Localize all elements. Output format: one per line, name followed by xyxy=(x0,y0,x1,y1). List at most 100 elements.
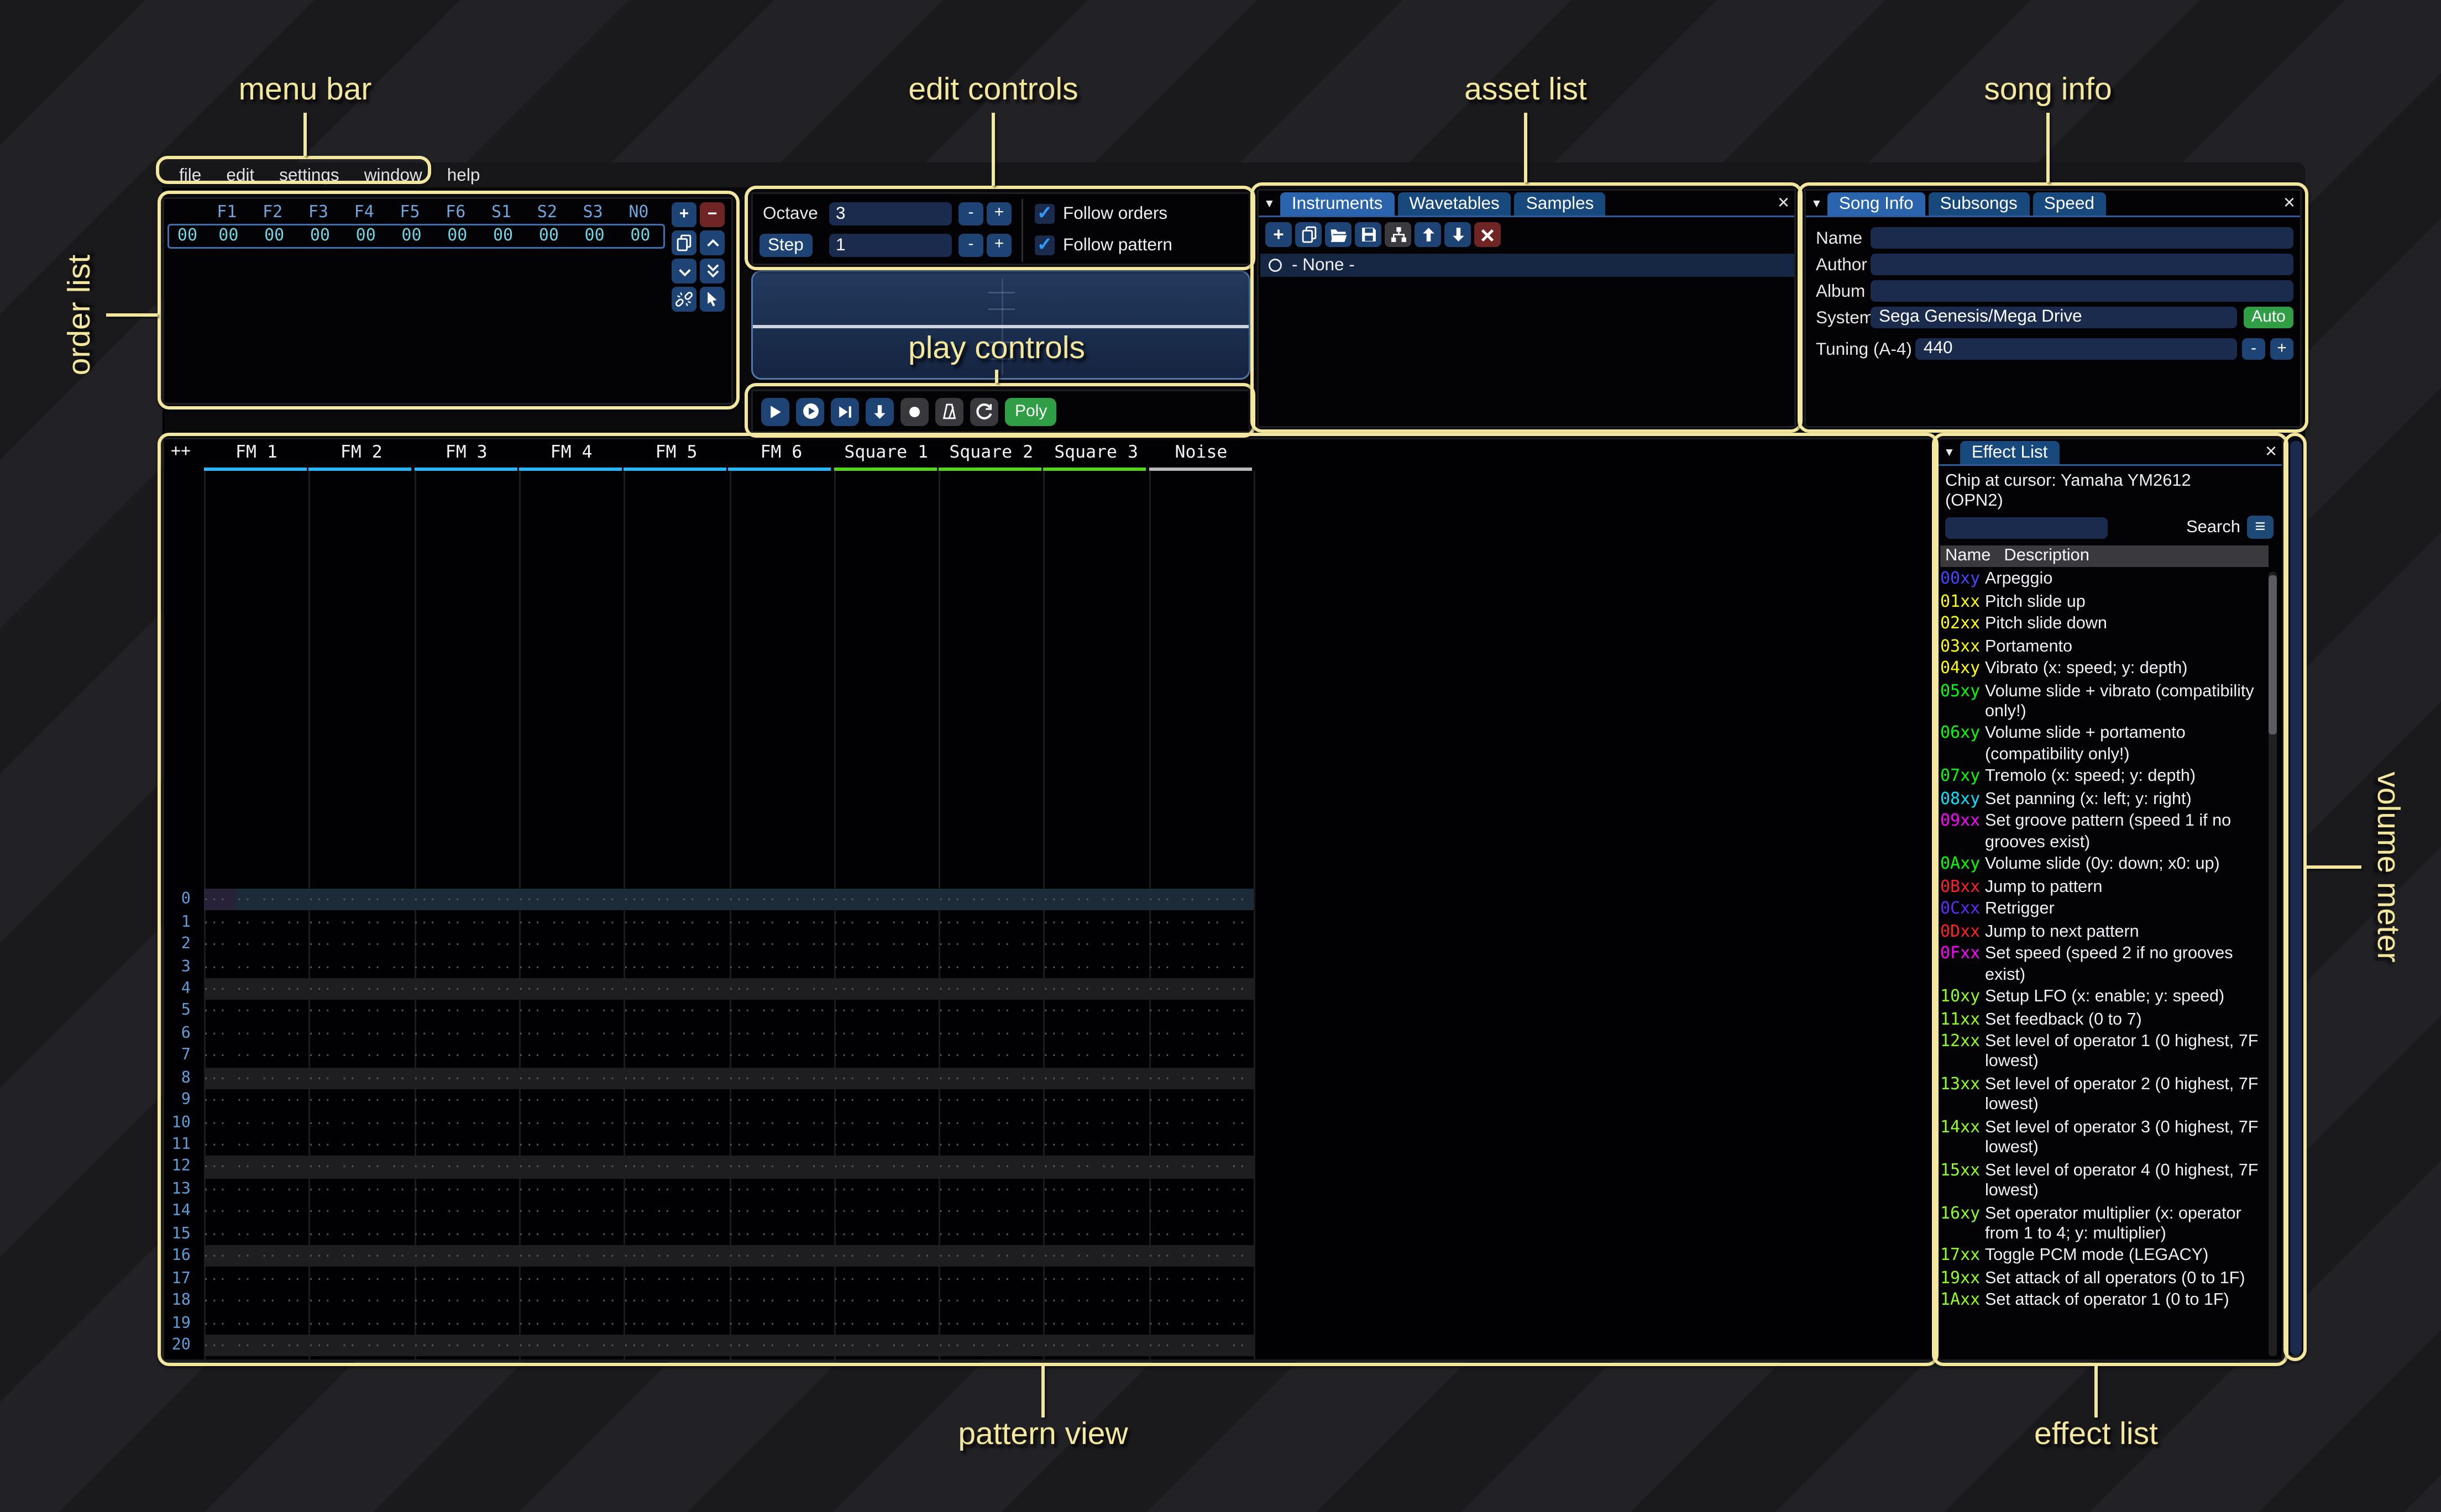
effect-row[interactable]: 0FxxSet speed (speed 2 if no grooves exi… xyxy=(1940,945,2265,986)
pattern-cell[interactable]: ··· ·· ·· ··· xyxy=(1037,1093,1142,1107)
pattern-cell[interactable]: ··· ·· ·· ··· xyxy=(407,959,512,974)
pattern-cell[interactable]: ··· ·· ·· ··· xyxy=(932,1249,1037,1264)
pattern-cell[interactable]: ··· ·· ·· ··· xyxy=(197,1204,302,1219)
effect-row[interactable]: 11xxSet feedback (0 to 7) xyxy=(1940,1011,2265,1032)
pattern-cell[interactable]: ··· ·· ·· ··· xyxy=(407,1159,512,1174)
order-cell[interactable]: 00 xyxy=(617,227,663,245)
pattern-cell[interactable]: ··· ·· ·· ··· xyxy=(722,937,827,952)
order-unlink-button[interactable] xyxy=(672,287,696,312)
pattern-cell[interactable]: ··· ·· ·· ··· xyxy=(1037,893,1142,907)
pattern-cell[interactable]: ··· ·· ·· ··· xyxy=(722,1293,827,1308)
pattern-row[interactable]: 20··· ·· ·· ······ ·· ·· ······ ·· ·· ··… xyxy=(164,1334,1932,1356)
pattern-cell[interactable]: ··· ·· ·· ··· xyxy=(932,1204,1037,1219)
step-plus-button[interactable]: + xyxy=(987,233,1012,256)
pattern-cell[interactable]: ··· ·· ·· ··· xyxy=(932,937,1037,952)
effect-row[interactable]: 00xyArpeggio xyxy=(1940,570,2265,591)
pattern-cell[interactable]: ··· ·· ·· ··· xyxy=(407,1271,512,1286)
pattern-row[interactable]: 14··· ·· ·· ······ ·· ·· ······ ·· ·· ··… xyxy=(164,1200,1932,1222)
pattern-cell[interactable]: ··· ·· ·· ··· xyxy=(197,1249,302,1264)
play-pattern-button[interactable] xyxy=(796,397,824,426)
pattern-cell[interactable]: ··· ·· ·· ··· xyxy=(197,1070,302,1085)
pattern-cell[interactable]: ··· ·· ·· ··· xyxy=(617,1026,722,1041)
pattern-row[interactable]: 15··· ·· ·· ······ ·· ·· ······ ·· ·· ··… xyxy=(164,1223,1932,1245)
pattern-cell[interactable]: ··· ·· ·· ··· xyxy=(932,1048,1037,1063)
pattern-cell[interactable]: ··· ·· ·· ··· xyxy=(512,1026,617,1041)
pattern-cell[interactable]: ··· ·· ·· ··· xyxy=(1142,1338,1247,1353)
tab-song-info[interactable]: Song Info xyxy=(1827,192,1925,216)
pattern-cell[interactable]: ··· ·· ·· ··· xyxy=(932,1026,1037,1041)
pattern-cell[interactable]: ··· ·· ·· ··· xyxy=(407,1026,512,1041)
pattern-row[interactable]: 4··· ·· ·· ······ ·· ·· ······ ·· ·· ···… xyxy=(164,978,1932,1000)
pattern-cell[interactable]: ··· ·· ·· ··· xyxy=(932,1070,1037,1085)
pattern-cell[interactable]: ··· ·· ·· ··· xyxy=(302,981,407,996)
order-cell[interactable]: 00 xyxy=(297,227,343,245)
pattern-cell[interactable]: ··· ·· ·· ··· xyxy=(1142,1048,1247,1063)
pattern-cell[interactable]: ··· ·· ·· ··· xyxy=(302,1182,407,1197)
pattern-cell[interactable]: ··· ·· ·· ··· xyxy=(932,1159,1037,1174)
menu-item-settings[interactable]: settings xyxy=(279,165,339,185)
pattern-cell[interactable]: ··· ·· ·· ··· xyxy=(197,1338,302,1353)
pattern-cell[interactable]: ··· ·· ·· ··· xyxy=(722,1226,827,1241)
pattern-cell[interactable]: ··· ·· ·· ··· xyxy=(512,981,617,996)
pattern-cell[interactable]: ··· ·· ·· ··· xyxy=(407,1293,512,1308)
pattern-cell[interactable]: ··· ·· ·· ··· xyxy=(1142,1137,1247,1152)
pattern-cell[interactable]: ··· ·· ·· ··· xyxy=(302,1159,407,1174)
pattern-cell[interactable]: ··· ·· ·· ··· xyxy=(722,981,827,996)
octave-plus-button[interactable]: + xyxy=(987,202,1012,225)
pattern-cell[interactable]: ··· ·· ·· ··· xyxy=(1037,1070,1142,1085)
pattern-cell[interactable]: ··· ·· ·· ··· xyxy=(407,1004,512,1019)
pattern-cell[interactable]: ··· ·· ·· ··· xyxy=(1142,1004,1247,1019)
pattern-cell[interactable]: ··· ·· ·· ··· xyxy=(827,1271,932,1286)
pattern-cell[interactable]: ··· ·· ·· ··· xyxy=(617,1115,722,1130)
channel-header-fm-5[interactable]: FM 5 xyxy=(624,443,729,471)
pattern-cell[interactable]: ··· ·· ·· ··· xyxy=(1037,1182,1142,1197)
pattern-cell[interactable]: ··· ·· ·· ··· xyxy=(932,893,1037,907)
instrument-list-item-none[interactable]: - None - xyxy=(1260,254,1794,277)
order-channel-header[interactable]: N0 xyxy=(616,204,662,222)
effect-row[interactable]: 17xxToggle PCM mode (LEGACY) xyxy=(1940,1247,2265,1268)
pattern-cell[interactable]: ··· ·· ·· ··· xyxy=(617,1271,722,1286)
pattern-cell[interactable]: ··· ·· ·· ··· xyxy=(302,1004,407,1019)
pattern-cell[interactable]: ··· ·· ·· ··· xyxy=(197,915,302,930)
order-selected-row[interactable]: 0000000000000000000000 xyxy=(167,224,665,249)
pattern-cell[interactable]: ··· ·· ·· ··· xyxy=(1037,1115,1142,1130)
tab-instruments[interactable]: Instruments xyxy=(1280,192,1395,216)
tab-subsongs[interactable]: Subsongs xyxy=(1929,192,2029,216)
pattern-cell[interactable]: ··· ·· ·· ··· xyxy=(932,1293,1037,1308)
pattern-cell[interactable]: ··· ·· ·· ··· xyxy=(302,1271,407,1286)
effect-row[interactable]: 10xySetup LFO (x: enable; y: speed) xyxy=(1940,988,2265,1009)
pattern-cell[interactable]: ··· ·· ·· ··· xyxy=(722,1159,827,1174)
pattern-cell[interactable]: ··· ·· ·· ··· xyxy=(197,1159,302,1174)
channel-header-noise[interactable]: Noise xyxy=(1149,443,1254,471)
order-remove-button[interactable]: − xyxy=(700,202,725,227)
channel-header-fm-6[interactable]: FM 6 xyxy=(729,443,834,471)
asset-add-button[interactable]: + xyxy=(1265,222,1292,247)
search-input[interactable] xyxy=(1945,517,2108,538)
order-cell[interactable]: 00 xyxy=(434,227,480,245)
channel-header-fm-2[interactable]: FM 2 xyxy=(309,443,414,471)
menu-item-window[interactable]: window xyxy=(364,165,422,185)
pattern-cell[interactable]: ··· ·· ·· ··· xyxy=(722,1204,827,1219)
pattern-cell[interactable]: ··· ·· ·· ··· xyxy=(932,1271,1037,1286)
scrollbar-thumb[interactable] xyxy=(2269,575,2277,734)
pattern-cell[interactable]: ··· ·· ·· ··· xyxy=(722,1026,827,1041)
pattern-cell[interactable]: ··· ·· ·· ··· xyxy=(722,893,827,907)
asset-duplicate-button[interactable] xyxy=(1295,222,1322,247)
play-from-cursor-button[interactable] xyxy=(831,397,859,426)
system-auto-button[interactable]: Auto xyxy=(2244,307,2293,328)
pattern-cell[interactable]: ··· ·· ·· ··· xyxy=(617,1316,722,1331)
channel-header-square-1[interactable]: Square 1 xyxy=(834,443,939,471)
order-duplicate-button[interactable] xyxy=(672,230,696,255)
play-button[interactable] xyxy=(761,397,789,426)
pattern-cell[interactable]: ··· ·· ·· ··· xyxy=(1142,1271,1247,1286)
pattern-cell[interactable]: ··· ·· ·· ··· xyxy=(722,1070,827,1085)
effect-row[interactable]: 13xxSet level of operator 2 (0 highest, … xyxy=(1940,1076,2265,1117)
effect-row[interactable]: 0BxxJump to pattern xyxy=(1940,878,2265,899)
pattern-cell[interactable]: ··· ·· ·· ··· xyxy=(1037,1204,1142,1219)
pattern-row[interactable]: 7··· ·· ·· ······ ·· ·· ······ ·· ·· ···… xyxy=(164,1044,1932,1067)
pattern-cell[interactable]: ··· ·· ·· ··· xyxy=(512,893,617,907)
pattern-cell[interactable]: ··· ·· ·· ··· xyxy=(1037,1249,1142,1264)
pattern-row[interactable]: 11··· ·· ·· ······ ·· ·· ······ ·· ·· ··… xyxy=(164,1133,1932,1156)
order-channel-header[interactable]: F4 xyxy=(341,204,387,222)
pattern-cell[interactable]: ··· ·· ·· ··· xyxy=(302,1137,407,1152)
